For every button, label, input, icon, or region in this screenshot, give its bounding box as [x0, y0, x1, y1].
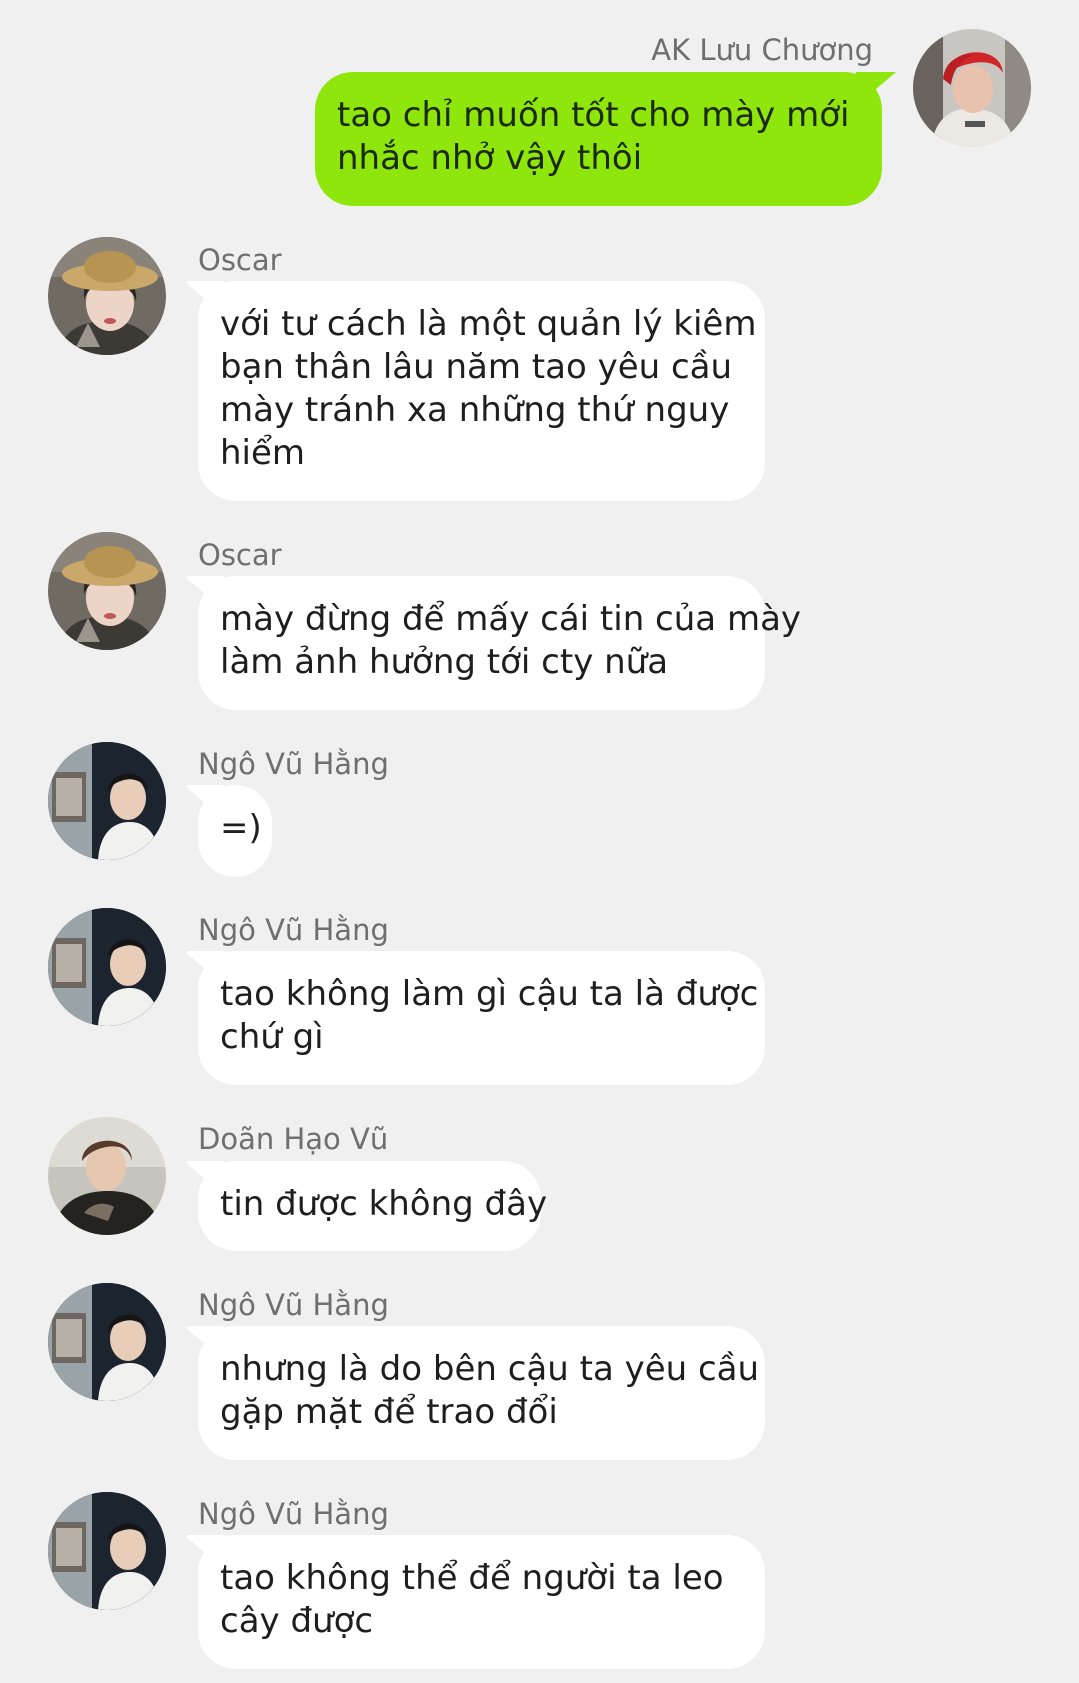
- sender-name: Ngô Vũ Hằng: [198, 1497, 389, 1531]
- message-text-line: chứ gì: [220, 1017, 324, 1057]
- avatar-white-shirt-icon: [48, 742, 166, 860]
- sender-name: Oscar: [198, 538, 282, 572]
- message-text-line: nhưng là do bên cậu ta yêu cầu: [220, 1349, 760, 1389]
- avatar[interactable]: [48, 1492, 166, 1610]
- message-bubble[interactable]: =): [198, 785, 272, 877]
- avatar-white-shirt-icon: [48, 1492, 166, 1610]
- message-text-line: gặp mặt để trao đổi: [220, 1392, 558, 1432]
- message-text-line: nhắc nhở vậy thôi: [337, 138, 643, 178]
- sender-name: Ngô Vũ Hằng: [198, 913, 389, 947]
- message-bubble[interactable]: tao không thể để người ta leo cây được: [198, 1535, 765, 1669]
- avatar[interactable]: [913, 29, 1031, 147]
- message-bubble[interactable]: với tư cách là một quản lý kiêm bạn thân…: [198, 281, 765, 501]
- avatar-dark-jacket-icon: [48, 1117, 166, 1235]
- message-text-line: tao không làm gì cậu ta là được: [220, 974, 759, 1014]
- avatar[interactable]: [48, 742, 166, 860]
- message-text-line: mày đừng để mấy cái tin của mày: [220, 599, 802, 639]
- avatar-white-shirt-icon: [48, 908, 166, 1026]
- avatar-straw-hat-icon: [48, 237, 166, 355]
- message-text-line: làm ảnh hưởng tới cty nữa: [220, 642, 669, 682]
- avatar[interactable]: [48, 1117, 166, 1235]
- message-bubble[interactable]: mày đừng để mấy cái tin của mày làm ảnh …: [198, 576, 802, 710]
- message-text-line: tao không thể để người ta leo: [220, 1558, 724, 1598]
- sender-name: Ngô Vũ Hằng: [198, 1288, 389, 1322]
- sender-name: AK Lưu Chương: [651, 33, 873, 67]
- message-text-line: tin được không đây: [220, 1184, 548, 1224]
- sender-name: Oscar: [198, 243, 282, 277]
- avatar[interactable]: [48, 908, 166, 1026]
- message-text-line: với tư cách là một quản lý kiêm: [220, 304, 757, 344]
- message-text-line: cây được: [220, 1601, 374, 1641]
- message-text-line: tao chỉ muốn tốt cho mày mới: [337, 95, 850, 135]
- avatar-straw-hat-icon: [48, 532, 166, 650]
- avatar[interactable]: [48, 237, 166, 355]
- message-text-line: hiểm: [220, 433, 306, 473]
- sender-name: Ngô Vũ Hằng: [198, 747, 389, 781]
- message-bubble[interactable]: nhưng là do bên cậu ta yêu cầu gặp mặt đ…: [198, 1326, 765, 1460]
- message-text-line: mày tránh xa những thứ nguy: [220, 390, 730, 430]
- message-bubble[interactable]: tin được không đây: [198, 1161, 548, 1251]
- avatar[interactable]: [48, 532, 166, 650]
- message-bubble[interactable]: tao không làm gì cậu ta là được chứ gì: [198, 951, 765, 1085]
- avatar-red-hair-icon: [913, 29, 1031, 147]
- sender-name: Doãn Hạo Vũ: [198, 1122, 389, 1156]
- message-bubble[interactable]: tao chỉ muốn tốt cho mày mới nhắc nhở vậ…: [315, 72, 882, 206]
- message-text-line: bạn thân lâu năm tao yêu cầu: [220, 347, 733, 387]
- message-text-line: =): [220, 808, 262, 848]
- avatar-white-shirt-icon: [48, 1283, 166, 1401]
- avatar[interactable]: [48, 1283, 166, 1401]
